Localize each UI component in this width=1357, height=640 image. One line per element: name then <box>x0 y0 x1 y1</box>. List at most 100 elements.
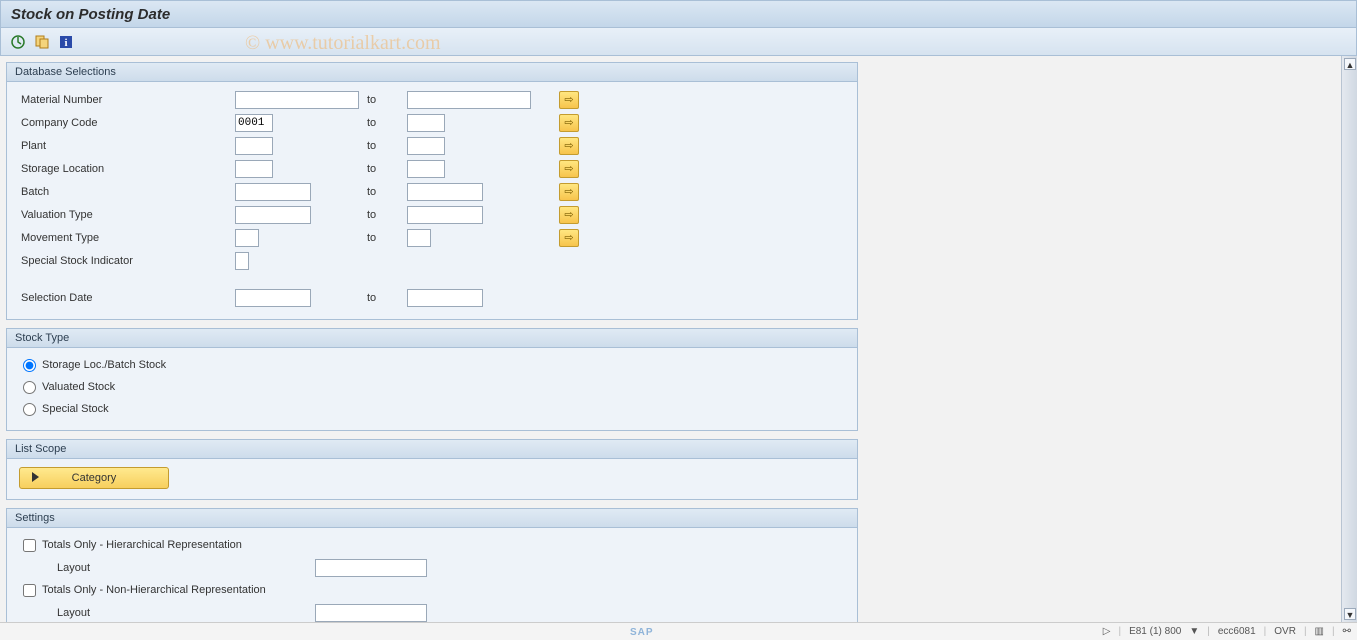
row-plant: Plant to ⇨ <box>15 134 849 157</box>
label-material-number: Material Number <box>15 94 235 106</box>
company-from-input[interactable] <box>235 114 273 132</box>
row-selection-date: Selection Date to <box>15 286 849 309</box>
status-nav-icon[interactable]: ▷ <box>1103 626 1111 637</box>
material-from-input[interactable] <box>235 91 359 109</box>
label-valuation-type: Valuation Type <box>15 209 235 221</box>
get-variant-button[interactable] <box>33 33 51 51</box>
radio-storage-loc[interactable]: Storage Loc./Batch Stock <box>15 354 849 376</box>
category-expand-button[interactable]: Category <box>19 467 169 489</box>
to-label: to <box>367 140 376 152</box>
to-label: to <box>367 209 376 221</box>
layout2-input[interactable] <box>315 604 427 622</box>
material-to-input[interactable] <box>407 91 531 109</box>
arrow-right-icon: ⇨ <box>564 116 573 129</box>
row-batch: Batch to ⇨ <box>15 180 849 203</box>
label-batch: Batch <box>15 186 235 198</box>
row-movement-type: Movement Type to ⇨ <box>15 226 849 249</box>
status-server: ecc6081 <box>1218 626 1256 637</box>
label-company-code: Company Code <box>15 117 235 129</box>
info-icon: i <box>58 34 74 50</box>
label-selection-date: Selection Date <box>15 292 235 304</box>
checkbox-totals-nonhier[interactable] <box>23 584 36 597</box>
radio-storage-loc-input[interactable] <box>23 359 36 372</box>
row-storage-location: Storage Location to ⇨ <box>15 157 849 180</box>
app-toolbar: i <box>0 28 1357 56</box>
status-bar: SAP ▷ | E81 (1) 800 ▼ | ecc6081 | OVR | … <box>0 622 1357 640</box>
group-settings: Settings Totals Only - Hierarchical Repr… <box>6 508 858 622</box>
company-multiple-selection-button[interactable]: ⇨ <box>559 114 579 132</box>
group-database-selections: Database Selections Material Number to ⇨… <box>6 62 858 320</box>
vertical-scrollbar[interactable]: ▲ ▼ <box>1341 56 1357 622</box>
title-bar: Stock on Posting Date <box>0 0 1357 28</box>
row-company-code: Company Code to ⇨ <box>15 111 849 134</box>
group-header: Stock Type <box>7 329 857 348</box>
storage-to-input[interactable] <box>407 160 445 178</box>
check-totals-nonhier[interactable]: Totals Only - Non-Hierarchical Represent… <box>15 579 849 601</box>
radio-valuated-stock-input[interactable] <box>23 381 36 394</box>
radio-storage-loc-label: Storage Loc./Batch Stock <box>42 359 166 371</box>
to-label: to <box>367 186 376 198</box>
seldate-to-input[interactable] <box>407 289 483 307</box>
movtype-multiple-selection-button[interactable]: ⇨ <box>559 229 579 247</box>
special-stock-input[interactable] <box>235 252 249 270</box>
check-totals-hier[interactable]: Totals Only - Hierarchical Representatio… <box>15 534 849 556</box>
row-special-stock: Special Stock Indicator <box>15 249 849 272</box>
radio-special-stock[interactable]: Special Stock <box>15 398 849 420</box>
valtype-to-input[interactable] <box>407 206 483 224</box>
arrow-right-icon: ⇨ <box>564 208 573 221</box>
arrow-right-icon: ⇨ <box>564 162 573 175</box>
seldate-from-input[interactable] <box>235 289 311 307</box>
radio-valuated-stock-label: Valuated Stock <box>42 381 115 393</box>
scroll-down-button[interactable]: ▼ <box>1344 608 1356 620</box>
plant-from-input[interactable] <box>235 137 273 155</box>
company-to-input[interactable] <box>407 114 445 132</box>
status-layout-icon[interactable]: ▥ <box>1315 626 1324 637</box>
material-multiple-selection-button[interactable]: ⇨ <box>559 91 579 109</box>
dropdown-icon[interactable]: ▼ <box>1189 626 1199 637</box>
page-title: Stock on Posting Date <box>11 6 170 23</box>
label-movement-type: Movement Type <box>15 232 235 244</box>
checkbox-totals-nonhier-label: Totals Only - Non-Hierarchical Represent… <box>42 584 266 596</box>
batch-to-input[interactable] <box>407 183 483 201</box>
to-label: to <box>367 117 376 129</box>
label-layout2: Layout <box>15 607 235 619</box>
to-label: to <box>367 163 376 175</box>
status-system: E81 (1) 800 <box>1129 626 1181 637</box>
storage-multiple-selection-button[interactable]: ⇨ <box>559 160 579 178</box>
plant-to-input[interactable] <box>407 137 445 155</box>
plant-multiple-selection-button[interactable]: ⇨ <box>559 137 579 155</box>
label-plant: Plant <box>15 140 235 152</box>
content-area: Database Selections Material Number to ⇨… <box>0 56 1341 622</box>
label-layout1: Layout <box>15 562 235 574</box>
status-link-icon[interactable]: ⚯ <box>1343 626 1351 637</box>
triangle-right-icon <box>32 472 39 482</box>
batch-from-input[interactable] <box>235 183 311 201</box>
checkbox-totals-hier[interactable] <box>23 539 36 552</box>
movtype-to-input[interactable] <box>407 229 431 247</box>
valtype-from-input[interactable] <box>235 206 311 224</box>
to-label: to <box>367 94 376 106</box>
batch-multiple-selection-button[interactable]: ⇨ <box>559 183 579 201</box>
layout1-input[interactable] <box>315 559 427 577</box>
row-valuation-type: Valuation Type to ⇨ <box>15 203 849 226</box>
scroll-up-button[interactable]: ▲ <box>1344 58 1356 70</box>
group-stock-type: Stock Type Storage Loc./Batch Stock Valu… <box>6 328 858 431</box>
execute-button[interactable] <box>9 33 27 51</box>
radio-special-stock-label: Special Stock <box>42 403 109 415</box>
sap-logo: SAP <box>630 627 654 638</box>
group-list-scope: List Scope Category <box>6 439 858 500</box>
movtype-from-input[interactable] <box>235 229 259 247</box>
row-layout2: Layout <box>15 601 849 622</box>
label-storage-location: Storage Location <box>15 163 235 175</box>
variant-icon <box>34 34 50 50</box>
info-button[interactable]: i <box>57 33 75 51</box>
to-label: to <box>367 232 376 244</box>
row-material-number: Material Number to ⇨ <box>15 88 849 111</box>
arrow-right-icon: ⇨ <box>564 139 573 152</box>
radio-valuated-stock[interactable]: Valuated Stock <box>15 376 849 398</box>
valtype-multiple-selection-button[interactable]: ⇨ <box>559 206 579 224</box>
status-mode: OVR <box>1274 626 1296 637</box>
radio-special-stock-input[interactable] <box>23 403 36 416</box>
group-header: Database Selections <box>7 63 857 82</box>
storage-from-input[interactable] <box>235 160 273 178</box>
